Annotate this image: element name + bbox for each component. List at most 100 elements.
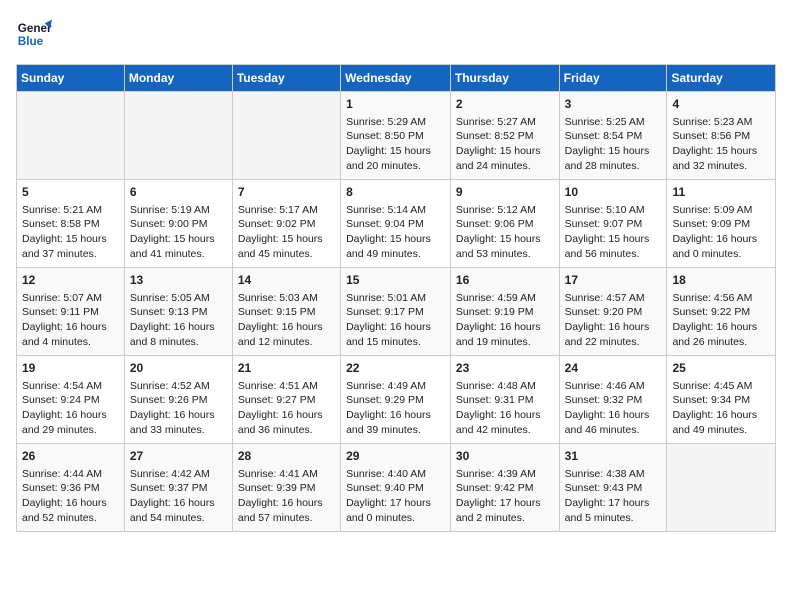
- day-info: Sunrise: 5:14 AM Sunset: 9:04 PM Dayligh…: [346, 203, 445, 262]
- weekday-header-monday: Monday: [124, 65, 232, 92]
- day-info: Sunrise: 4:42 AM Sunset: 9:37 PM Dayligh…: [130, 467, 227, 526]
- calendar-cell: 20 Sunrise: 4:52 AM Sunset: 9:26 PM Dayli…: [124, 356, 232, 444]
- calendar-cell: 3 Sunrise: 5:25 AM Sunset: 8:54 PM Daylig…: [559, 92, 667, 180]
- day-info: Sunrise: 5:19 AM Sunset: 9:00 PM Dayligh…: [130, 203, 227, 262]
- day-number: 19: [22, 360, 119, 377]
- calendar-cell: 26Sunrise: 4:44 AM Sunset: 9:36 PM Dayli…: [17, 444, 125, 532]
- day-number: 10: [565, 184, 662, 201]
- calendar-cell: 22 Sunrise: 4:49 AM Sunset: 9:29 PM Dayli…: [341, 356, 451, 444]
- day-info: Sunrise: 5:23 AM Sunset: 8:56 PM Dayligh…: [672, 115, 770, 174]
- day-number: 28: [238, 448, 335, 465]
- day-info: Sunrise: 5:27 AM Sunset: 8:52 PM Dayligh…: [456, 115, 554, 174]
- day-number: 20: [130, 360, 227, 377]
- logo-icon: General Blue: [16, 16, 52, 52]
- day-info: Sunrise: 5:29 AM Sunset: 8:50 PM Dayligh…: [346, 115, 445, 174]
- day-number: 13: [130, 272, 227, 289]
- day-number: 25: [672, 360, 770, 377]
- calendar-cell: 30 Sunrise: 4:39 AM Sunset: 9:42 PM Dayli…: [450, 444, 559, 532]
- calendar-cell: 16 Sunrise: 4:59 AM Sunset: 9:19 PM Dayli…: [450, 268, 559, 356]
- day-info: Sunrise: 4:41 AM Sunset: 9:39 PM Dayligh…: [238, 467, 335, 526]
- day-info: Sunrise: 5:05 AM Sunset: 9:13 PM Dayligh…: [130, 291, 227, 350]
- day-info: Sunrise: 5:12 AM Sunset: 9:06 PM Dayligh…: [456, 203, 554, 262]
- day-info: Sunrise: 4:51 AM Sunset: 9:27 PM Dayligh…: [238, 379, 335, 438]
- svg-text:Blue: Blue: [18, 35, 44, 48]
- day-number: 31: [565, 448, 662, 465]
- day-info: Sunrise: 4:39 AM Sunset: 9:42 PM Dayligh…: [456, 467, 554, 526]
- day-number: 24: [565, 360, 662, 377]
- calendar-week-5: 26Sunrise: 4:44 AM Sunset: 9:36 PM Dayli…: [17, 444, 776, 532]
- calendar-cell: 10 Sunrise: 5:10 AM Sunset: 9:07 PM Dayli…: [559, 180, 667, 268]
- calendar-cell: 25Sunrise: 4:45 AM Sunset: 9:34 PM Dayli…: [667, 356, 776, 444]
- day-info: Sunrise: 4:57 AM Sunset: 9:20 PM Dayligh…: [565, 291, 662, 350]
- calendar-cell: 15 Sunrise: 5:01 AM Sunset: 9:17 PM Dayli…: [341, 268, 451, 356]
- calendar-cell: 18 Sunrise: 4:56 AM Sunset: 9:22 PM Dayli…: [667, 268, 776, 356]
- day-number: 16: [456, 272, 554, 289]
- calendar-cell: 6Sunrise: 5:19 AM Sunset: 9:00 PM Daylig…: [124, 180, 232, 268]
- day-info: Sunrise: 5:10 AM Sunset: 9:07 PM Dayligh…: [565, 203, 662, 262]
- day-number: 8: [346, 184, 445, 201]
- page-header: General Blue: [16, 16, 776, 52]
- day-number: 9: [456, 184, 554, 201]
- calendar-cell: 29 Sunrise: 4:40 AM Sunset: 9:40 PM Dayli…: [341, 444, 451, 532]
- calendar-cell: 13 Sunrise: 5:05 AM Sunset: 9:13 PM Dayli…: [124, 268, 232, 356]
- day-info: Sunrise: 5:01 AM Sunset: 9:17 PM Dayligh…: [346, 291, 445, 350]
- day-info: Sunrise: 4:40 AM Sunset: 9:40 PM Dayligh…: [346, 467, 445, 526]
- day-info: Sunrise: 5:25 AM Sunset: 8:54 PM Dayligh…: [565, 115, 662, 174]
- day-info: Sunrise: 4:59 AM Sunset: 9:19 PM Dayligh…: [456, 291, 554, 350]
- day-info: Sunrise: 4:46 AM Sunset: 9:32 PM Dayligh…: [565, 379, 662, 438]
- calendar-cell: 4 Sunrise: 5:23 AM Sunset: 8:56 PM Daylig…: [667, 92, 776, 180]
- calendar-cell: [232, 92, 340, 180]
- logo: General Blue: [16, 16, 52, 52]
- weekday-header-friday: Friday: [559, 65, 667, 92]
- day-info: Sunrise: 4:56 AM Sunset: 9:22 PM Dayligh…: [672, 291, 770, 350]
- day-number: 3: [565, 96, 662, 113]
- calendar-cell: 24 Sunrise: 4:46 AM Sunset: 9:32 PM Dayli…: [559, 356, 667, 444]
- calendar-cell: 14Sunrise: 5:03 AM Sunset: 9:15 PM Dayli…: [232, 268, 340, 356]
- calendar-cell: 11 Sunrise: 5:09 AM Sunset: 9:09 PM Dayli…: [667, 180, 776, 268]
- calendar-cell: 12Sunrise: 5:07 AM Sunset: 9:11 PM Dayli…: [17, 268, 125, 356]
- calendar-cell: 19 Sunrise: 4:54 AM Sunset: 9:24 PM Dayli…: [17, 356, 125, 444]
- calendar-cell: 31 Sunrise: 4:38 AM Sunset: 9:43 PM Dayli…: [559, 444, 667, 532]
- calendar-cell: [124, 92, 232, 180]
- calendar-table: SundayMondayTuesdayWednesdayThursdayFrid…: [16, 64, 776, 532]
- day-number: 14: [238, 272, 335, 289]
- day-number: 23: [456, 360, 554, 377]
- day-number: 18: [672, 272, 770, 289]
- day-number: 27: [130, 448, 227, 465]
- day-info: Sunrise: 5:09 AM Sunset: 9:09 PM Dayligh…: [672, 203, 770, 262]
- day-number: 1: [346, 96, 445, 113]
- day-number: 29: [346, 448, 445, 465]
- day-info: Sunrise: 5:17 AM Sunset: 9:02 PM Dayligh…: [238, 203, 335, 262]
- day-info: Sunrise: 5:21 AM Sunset: 8:58 PM Dayligh…: [22, 203, 119, 262]
- calendar-cell: 17Sunrise: 4:57 AM Sunset: 9:20 PM Dayli…: [559, 268, 667, 356]
- calendar-week-1: 1 Sunrise: 5:29 AM Sunset: 8:50 PM Daylig…: [17, 92, 776, 180]
- day-info: Sunrise: 4:38 AM Sunset: 9:43 PM Dayligh…: [565, 467, 662, 526]
- day-number: 15: [346, 272, 445, 289]
- day-number: 22: [346, 360, 445, 377]
- calendar-cell: 21 Sunrise: 4:51 AM Sunset: 9:27 PM Dayli…: [232, 356, 340, 444]
- day-number: 11: [672, 184, 770, 201]
- day-number: 21: [238, 360, 335, 377]
- day-number: 26: [22, 448, 119, 465]
- weekday-header-thursday: Thursday: [450, 65, 559, 92]
- calendar-week-2: 5Sunrise: 5:21 AM Sunset: 8:58 PM Daylig…: [17, 180, 776, 268]
- day-info: Sunrise: 4:49 AM Sunset: 9:29 PM Dayligh…: [346, 379, 445, 438]
- day-info: Sunrise: 4:52 AM Sunset: 9:26 PM Dayligh…: [130, 379, 227, 438]
- day-number: 4: [672, 96, 770, 113]
- day-number: 2: [456, 96, 554, 113]
- calendar-cell: 8 Sunrise: 5:14 AM Sunset: 9:04 PM Daylig…: [341, 180, 451, 268]
- weekday-header-wednesday: Wednesday: [341, 65, 451, 92]
- calendar-cell: 2 Sunrise: 5:27 AM Sunset: 8:52 PM Daylig…: [450, 92, 559, 180]
- weekday-header-sunday: Sunday: [17, 65, 125, 92]
- day-info: Sunrise: 4:54 AM Sunset: 9:24 PM Dayligh…: [22, 379, 119, 438]
- calendar-cell: 1 Sunrise: 5:29 AM Sunset: 8:50 PM Daylig…: [341, 92, 451, 180]
- calendar-cell: 5Sunrise: 5:21 AM Sunset: 8:58 PM Daylig…: [17, 180, 125, 268]
- calendar-week-4: 19 Sunrise: 4:54 AM Sunset: 9:24 PM Dayli…: [17, 356, 776, 444]
- weekday-header-saturday: Saturday: [667, 65, 776, 92]
- calendar-cell: 23Sunrise: 4:48 AM Sunset: 9:31 PM Dayli…: [450, 356, 559, 444]
- calendar-cell: [17, 92, 125, 180]
- calendar-cell: 27 Sunrise: 4:42 AM Sunset: 9:37 PM Dayli…: [124, 444, 232, 532]
- weekday-header-tuesday: Tuesday: [232, 65, 340, 92]
- day-number: 30: [456, 448, 554, 465]
- calendar-week-3: 12Sunrise: 5:07 AM Sunset: 9:11 PM Dayli…: [17, 268, 776, 356]
